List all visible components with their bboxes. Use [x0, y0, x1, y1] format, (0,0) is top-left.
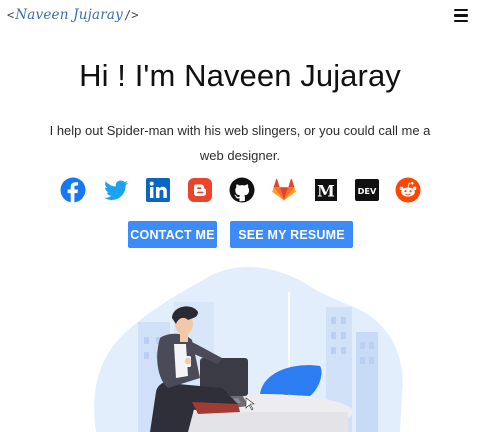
person-working-at-desk-illustration	[94, 266, 403, 432]
twitter-icon[interactable]	[103, 177, 129, 203]
navbar: < Naveen Jujaray />	[0, 0, 480, 34]
social-links: M DEV	[0, 177, 480, 205]
see-resume-button[interactable]: SEE MY RESUME	[230, 221, 353, 248]
svg-text:DEV: DEV	[358, 186, 377, 196]
reddit-icon[interactable]	[395, 177, 421, 203]
hero-subtitle: I help out Spider-man with his web sling…	[49, 123, 431, 163]
linkedin-icon[interactable]	[145, 177, 171, 203]
dev-to-icon[interactable]: DEV	[354, 177, 380, 203]
logo-open-bracket: <	[7, 8, 15, 22]
hero-illustration	[88, 262, 418, 432]
facebook-icon[interactable]	[60, 177, 86, 203]
page-title: Hi ! I'm Naveen Jujaray	[79, 58, 401, 93]
medium-icon[interactable]: M	[313, 177, 339, 203]
logo-close-bracket: />	[123, 8, 139, 22]
github-icon[interactable]	[229, 177, 255, 203]
gitlab-icon[interactable]	[271, 177, 297, 203]
blogger-icon[interactable]	[187, 177, 213, 203]
logo-name: Naveen Jujaray	[15, 7, 123, 23]
contact-me-button[interactable]: CONTACT ME	[128, 221, 217, 248]
hamburger-menu-icon[interactable]	[454, 9, 468, 23]
site-logo[interactable]: < Naveen Jujaray />	[7, 7, 138, 23]
svg-text:M: M	[317, 181, 335, 200]
